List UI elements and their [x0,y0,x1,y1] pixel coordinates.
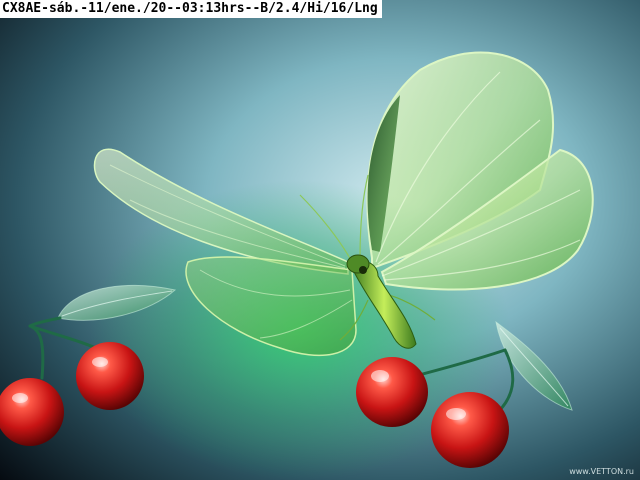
timestamp-caption: CX8AE-sáb.-11/ene./20--03:13hrs--B/2.4/H… [0,0,382,18]
wallpaper-illustration [0,0,640,480]
site-watermark: www.VETTON.ru [569,467,634,476]
wallpaper-scene: CX8AE-sáb.-11/ene./20--03:13hrs--B/2.4/H… [0,0,640,480]
butterfly-eye [359,266,367,274]
